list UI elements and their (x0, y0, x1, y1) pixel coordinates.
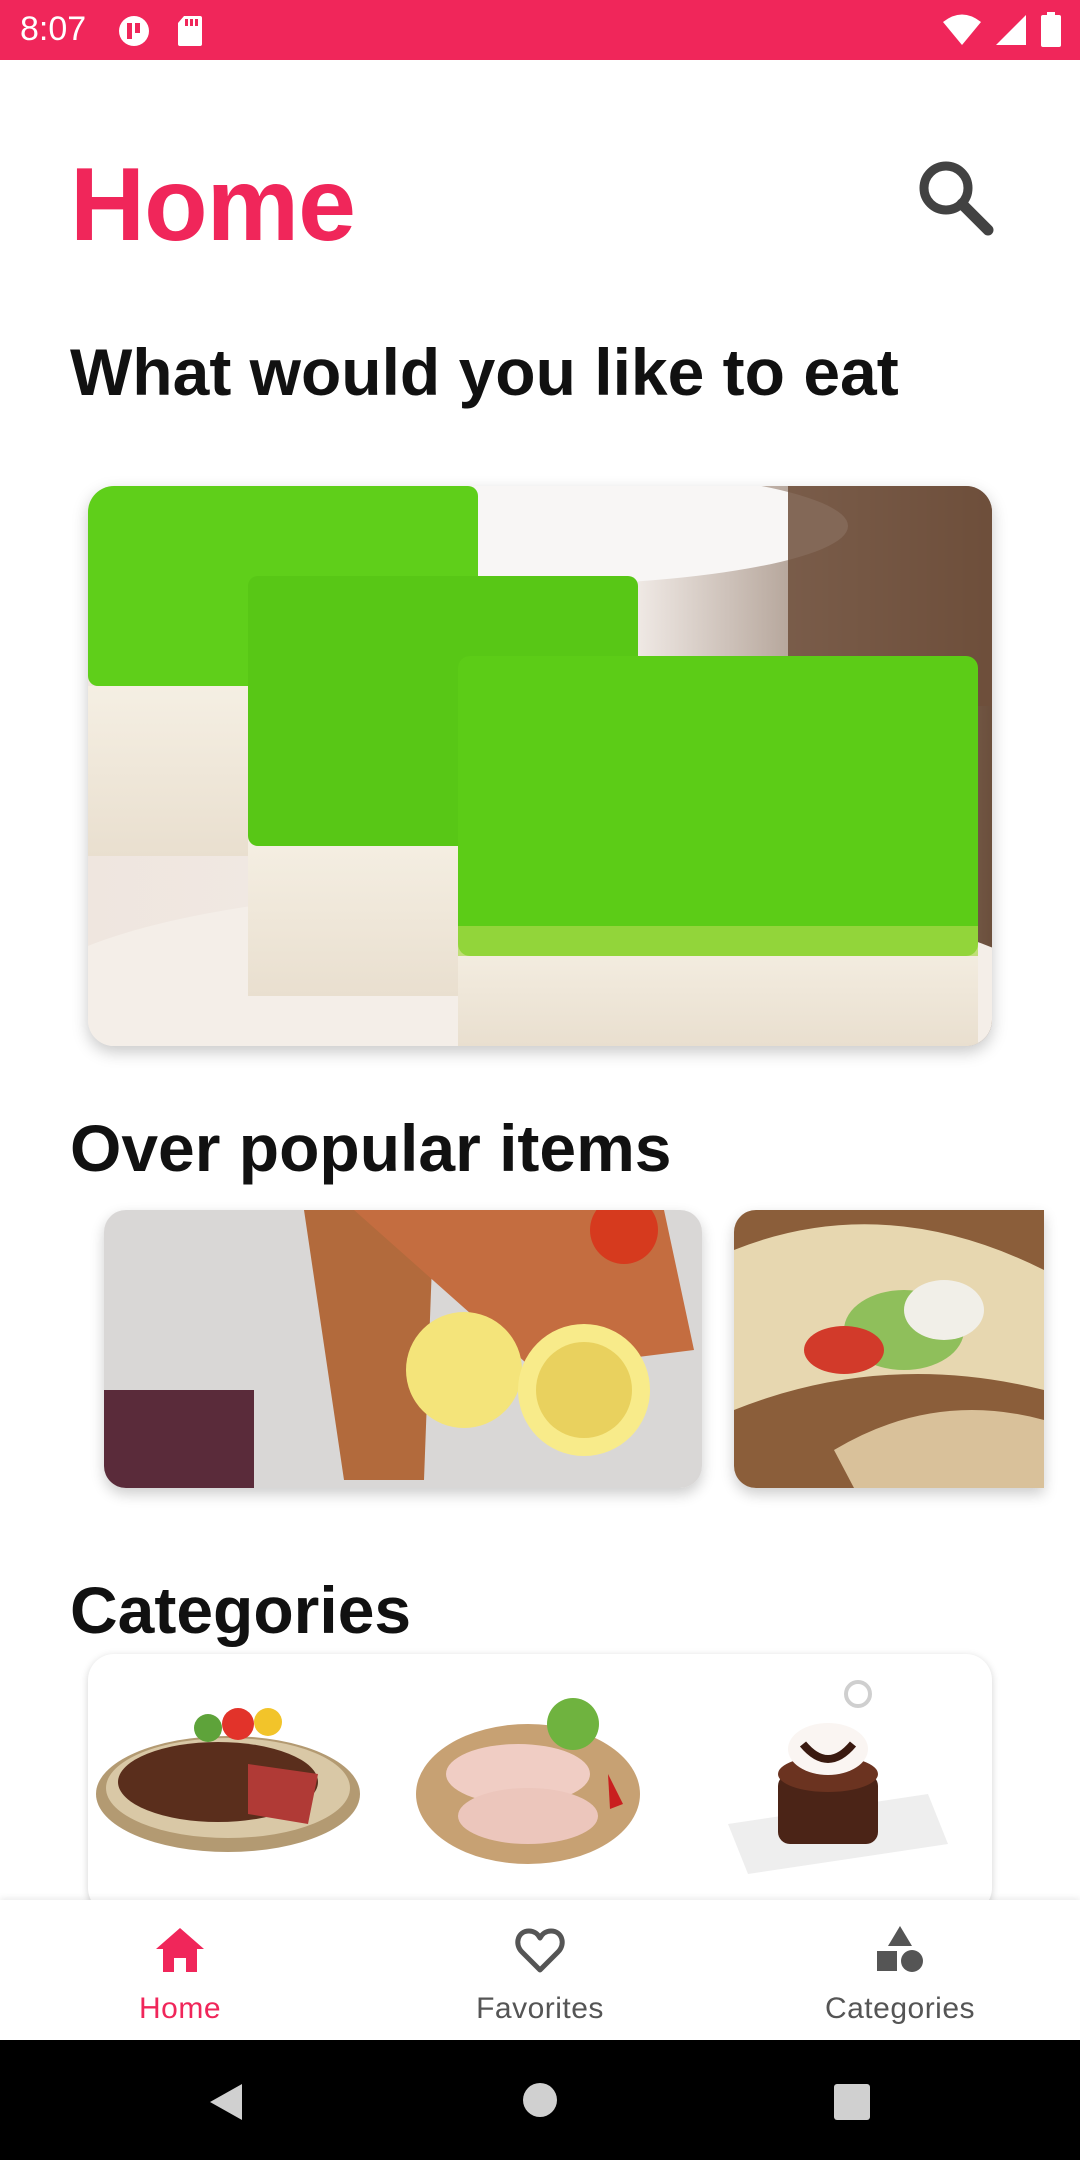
recents-icon[interactable] (834, 2084, 870, 2120)
home-icon (156, 1928, 204, 1972)
sd-card-icon (178, 16, 202, 46)
pandan-dessert-image (88, 486, 992, 1046)
category-dessert (728, 1680, 948, 1874)
cell-signal-icon (996, 15, 1026, 45)
nav-item-favorites[interactable]: Favorites (360, 1900, 720, 2040)
nav-item-home[interactable]: Home (0, 1900, 360, 2040)
grilled-fish-image (104, 1210, 702, 1488)
popular-item-card[interactable] (104, 1210, 702, 1488)
search-button[interactable] (912, 154, 998, 240)
popular-item-card[interactable] (734, 1210, 1044, 1488)
page-title: Home (70, 147, 356, 263)
tacos-image (734, 1210, 1044, 1488)
hero-heading: What would you like to eat (70, 335, 899, 409)
system-navigation-bar (0, 2040, 1080, 2160)
nav-item-categories[interactable]: Categories (720, 1900, 1080, 2040)
battery-icon (1041, 12, 1061, 47)
category-images (96, 1680, 948, 1874)
search-icon (919, 161, 994, 236)
app-notification-icon (119, 16, 149, 46)
hero-food-image[interactable] (88, 486, 992, 1046)
status-time: 8:07 (20, 10, 87, 48)
bottom-navigation: Home Favorites Categories (0, 1900, 1080, 2040)
screen: 8:07 Home What would you like to eat Ove… (0, 0, 1080, 2160)
categories-heading: Categories (70, 1573, 412, 1647)
nav-label-favorites: Favorites (476, 1992, 604, 2025)
status-indicators (942, 12, 1062, 48)
heart-icon (515, 1928, 565, 1973)
nav-label-home: Home (138, 1992, 222, 2025)
shapes-icon (877, 1926, 923, 1972)
home-circle-icon[interactable] (522, 2082, 558, 2118)
categories-card (88, 1654, 992, 1914)
category-steak (96, 1708, 360, 1852)
popular-heading: Over popular items (70, 1111, 672, 1185)
wifi-icon (943, 14, 981, 45)
category-chicken (416, 1698, 640, 1864)
back-icon[interactable] (206, 2082, 246, 2122)
nav-label-categories: Categories (824, 1992, 976, 2025)
status-bar: 8:07 (0, 0, 1080, 60)
